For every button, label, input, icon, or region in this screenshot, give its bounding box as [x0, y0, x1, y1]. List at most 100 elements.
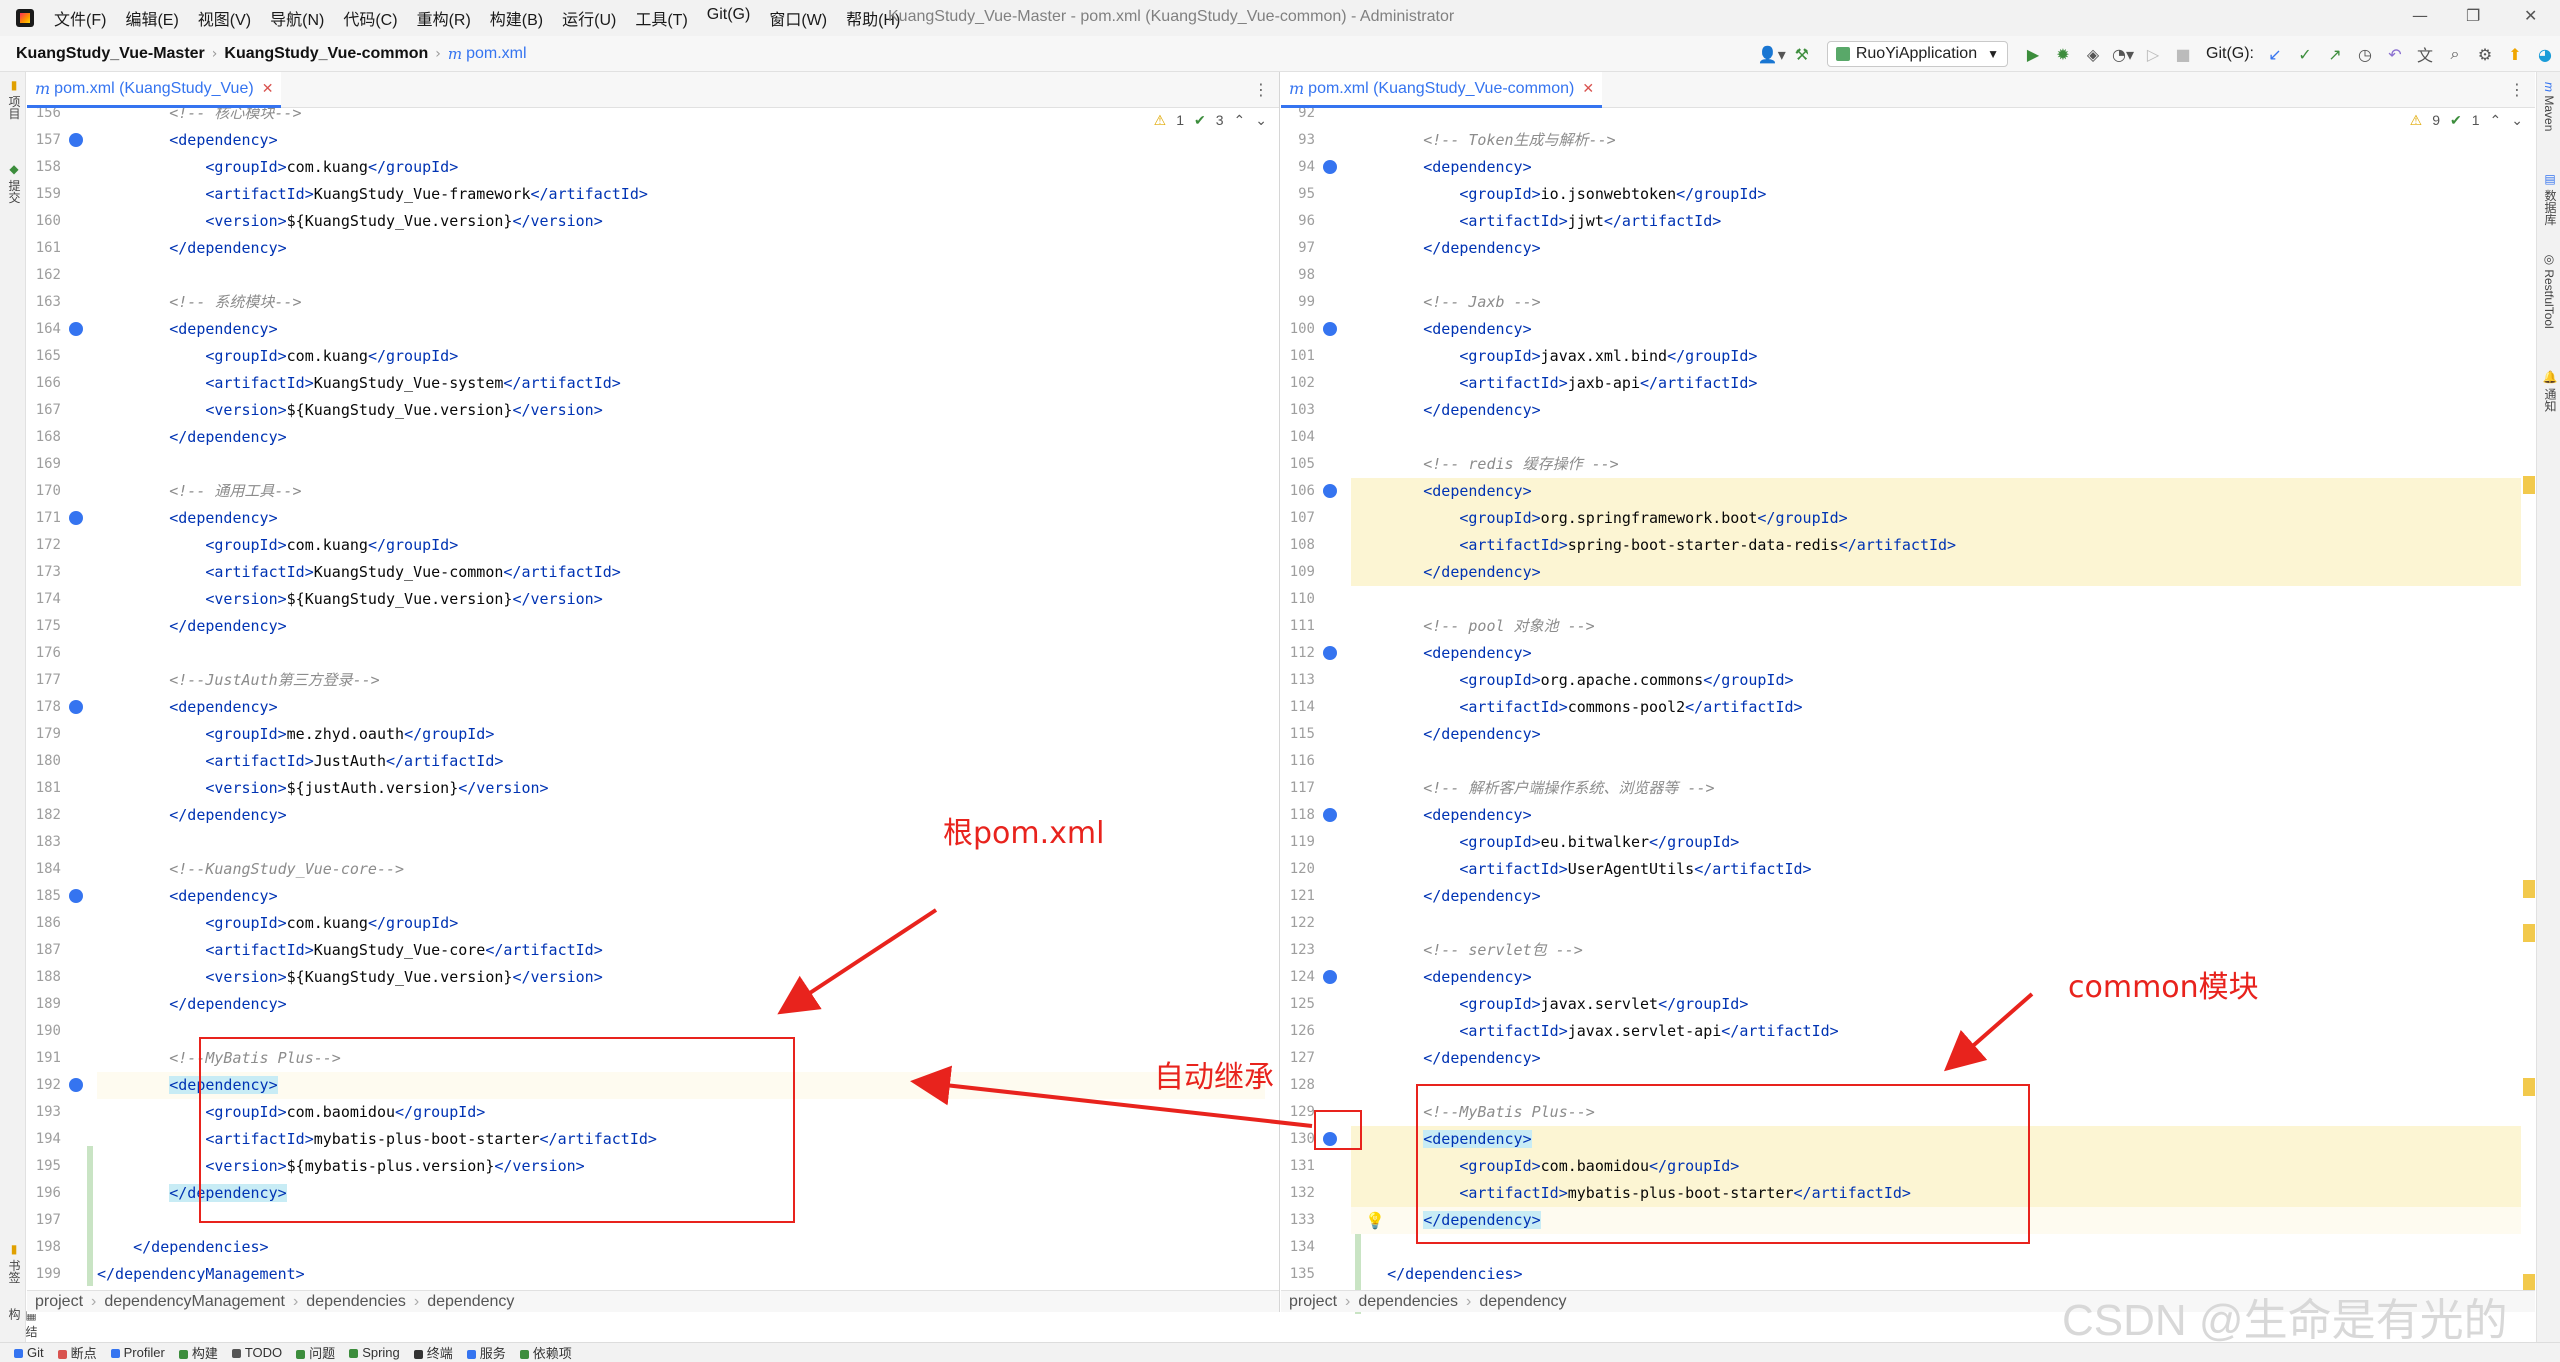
code-line[interactable]: <!-- 通用工具--> — [97, 478, 1265, 505]
line-number[interactable]: 169 — [27, 451, 61, 478]
breadcrumb-item[interactable]: dependencies — [1358, 1293, 1458, 1311]
code-line[interactable]: <version>${KuangStudy_Vue.version}</vers… — [97, 586, 1265, 613]
menu-item[interactable]: Git(G) — [707, 6, 751, 30]
code-line[interactable]: <artifactId>UserAgentUtils</artifactId> — [1351, 856, 2521, 883]
line-number[interactable]: 167 — [27, 397, 61, 424]
line-number[interactable]: 109 — [1281, 559, 1315, 586]
code-line[interactable]: </dependencyManagement> — [97, 1261, 1265, 1288]
code-line[interactable]: <dependency> — [1351, 640, 2521, 667]
line-number[interactable]: 170 — [27, 478, 61, 505]
line-number[interactable]: 194 — [27, 1126, 61, 1153]
line-number[interactable]: 157 — [27, 127, 61, 154]
code-line[interactable]: <!-- 系统模块--> — [97, 289, 1265, 316]
line-number[interactable]: 193 — [27, 1099, 61, 1126]
code-line[interactable]: </dependency> — [1351, 721, 2521, 748]
code-line[interactable]: </dependency> — [97, 235, 1265, 262]
minimize-icon[interactable]: — — [2412, 6, 2428, 25]
more-options-icon[interactable]: ⋮ — [1253, 80, 1269, 99]
line-number[interactable]: 199 — [27, 1261, 61, 1288]
line-number[interactable]: 97 — [1281, 235, 1315, 262]
line-number[interactable]: 115 — [1281, 721, 1315, 748]
git-push-icon[interactable]: ↗ — [2320, 45, 2350, 64]
line-number[interactable]: 122 — [1281, 910, 1315, 937]
code-line[interactable]: </dependency> — [1351, 397, 2521, 424]
code-line[interactable]: <dependency> — [97, 694, 1265, 721]
code-line[interactable] — [1351, 586, 2521, 613]
line-number[interactable]: 173 — [27, 559, 61, 586]
more-options-icon[interactable]: ⋮ — [2509, 80, 2525, 99]
line-number[interactable]: 92 — [1281, 108, 1315, 127]
line-number[interactable]: 98 — [1281, 262, 1315, 289]
code-line[interactable]: <groupId>org.apache.commons</groupId> — [1351, 667, 2521, 694]
code-line[interactable]: <!-- pool 对象池 --> — [1351, 613, 2521, 640]
line-number[interactable]: 172 — [27, 532, 61, 559]
breadcrumb-item[interactable]: project — [1289, 1293, 1337, 1311]
line-number[interactable]: 186 — [27, 910, 61, 937]
code-line[interactable]: <artifactId>KuangStudy_Vue-framework</ar… — [97, 181, 1265, 208]
update-icon[interactable]: ⬆ — [2500, 45, 2530, 64]
lightbulb-icon[interactable]: 💡 — [1365, 1211, 1385, 1230]
line-number[interactable]: 188 — [27, 964, 61, 991]
maven-dependency-gutter-icon[interactable] — [1323, 484, 1337, 498]
restfultool-tool-button[interactable]: ◎ RestfulTool — [2542, 252, 2556, 329]
coverage-icon[interactable]: ◈ — [2078, 45, 2108, 64]
line-number[interactable]: 120 — [1281, 856, 1315, 883]
breadcrumb-item[interactable]: dependency — [1479, 1293, 1566, 1311]
database-tool-button[interactable]: ▤ 数据库 — [2542, 172, 2559, 225]
breadcrumb-item[interactable]: dependency — [427, 1293, 514, 1311]
stop-icon[interactable]: ■ — [2168, 45, 2198, 64]
menu-item[interactable]: 导航(N) — [270, 6, 324, 30]
line-number[interactable]: 195 — [27, 1153, 61, 1180]
code-line[interactable]: <artifactId>jaxb-api</artifactId> — [1351, 370, 2521, 397]
code-line[interactable]: <artifactId>commons-pool2</artifactId> — [1351, 694, 2521, 721]
vcs-change-marker[interactable] — [87, 1146, 93, 1286]
maven-dependency-gutter-icon[interactable] — [69, 133, 83, 147]
commit-tool-button[interactable]: ◆ 提交 — [6, 162, 23, 203]
run-icon[interactable]: ▶ — [2018, 45, 2048, 64]
line-number[interactable]: 112 — [1281, 640, 1315, 667]
status-tool-button[interactable]: 构建 — [178, 1343, 218, 1362]
code-line[interactable]: <groupId>eu.bitwalker</groupId> — [1351, 829, 2521, 856]
code-line[interactable] — [1351, 910, 2521, 937]
line-number[interactable]: 95 — [1281, 181, 1315, 208]
code-line[interactable]: <!-- redis 缓存操作 --> — [1351, 451, 2521, 478]
code-line[interactable]: <groupId>com.kuang</groupId> — [97, 154, 1265, 181]
line-number[interactable]: 179 — [27, 721, 61, 748]
code-line[interactable] — [1351, 108, 2521, 127]
line-number[interactable]: 187 — [27, 937, 61, 964]
code-line[interactable]: <!-- 核心模块--> — [97, 108, 1265, 127]
code-line[interactable]: <artifactId>spring-boot-starter-data-red… — [1351, 532, 2521, 559]
maven-dependency-gutter-icon[interactable] — [1323, 160, 1337, 174]
restore-icon[interactable]: ❐ — [2466, 6, 2480, 25]
line-number[interactable]: 110 — [1281, 586, 1315, 613]
line-number[interactable]: 102 — [1281, 370, 1315, 397]
code-line[interactable]: <artifactId>jjwt</artifactId> — [1351, 208, 2521, 235]
close-tab-icon[interactable]: ✕ — [262, 80, 274, 97]
line-number[interactable]: 131 — [1281, 1153, 1315, 1180]
line-number[interactable]: 176 — [27, 640, 61, 667]
code-line[interactable]: <version>${KuangStudy_Vue.version}</vers… — [97, 397, 1265, 424]
code-line[interactable]: <artifactId>JustAuth</artifactId> — [97, 748, 1265, 775]
line-number[interactable]: 99 — [1281, 289, 1315, 316]
line-number[interactable]: 126 — [1281, 1018, 1315, 1045]
line-number[interactable]: 104 — [1281, 424, 1315, 451]
close-tab-icon[interactable]: ✕ — [1582, 80, 1594, 97]
code-line[interactable]: <dependency> — [1351, 478, 2521, 505]
line-number[interactable]: 174 — [27, 586, 61, 613]
menu-item[interactable]: 文件(F) — [54, 6, 106, 30]
line-number[interactable]: 103 — [1281, 397, 1315, 424]
breadcrumb-item[interactable]: dependencyManagement — [104, 1293, 285, 1311]
rollback-icon[interactable]: ↶ — [2380, 45, 2410, 64]
line-number[interactable]: 108 — [1281, 532, 1315, 559]
line-number[interactable]: 129 — [1281, 1099, 1315, 1126]
line-number[interactable]: 196 — [27, 1180, 61, 1207]
line-number[interactable]: 100 — [1281, 316, 1315, 343]
maven-dependency-gutter-icon[interactable] — [69, 322, 83, 336]
build-hammer-icon[interactable]: ⚒ — [1787, 45, 1817, 64]
code-line[interactable]: <artifactId>KuangStudy_Vue-common</artif… — [97, 559, 1265, 586]
menu-item[interactable]: 运行(U) — [562, 6, 616, 30]
line-number[interactable]: 164 — [27, 316, 61, 343]
line-number[interactable]: 163 — [27, 289, 61, 316]
breadcrumb-item[interactable]: dependencies — [306, 1293, 406, 1311]
line-number[interactable]: 113 — [1281, 667, 1315, 694]
